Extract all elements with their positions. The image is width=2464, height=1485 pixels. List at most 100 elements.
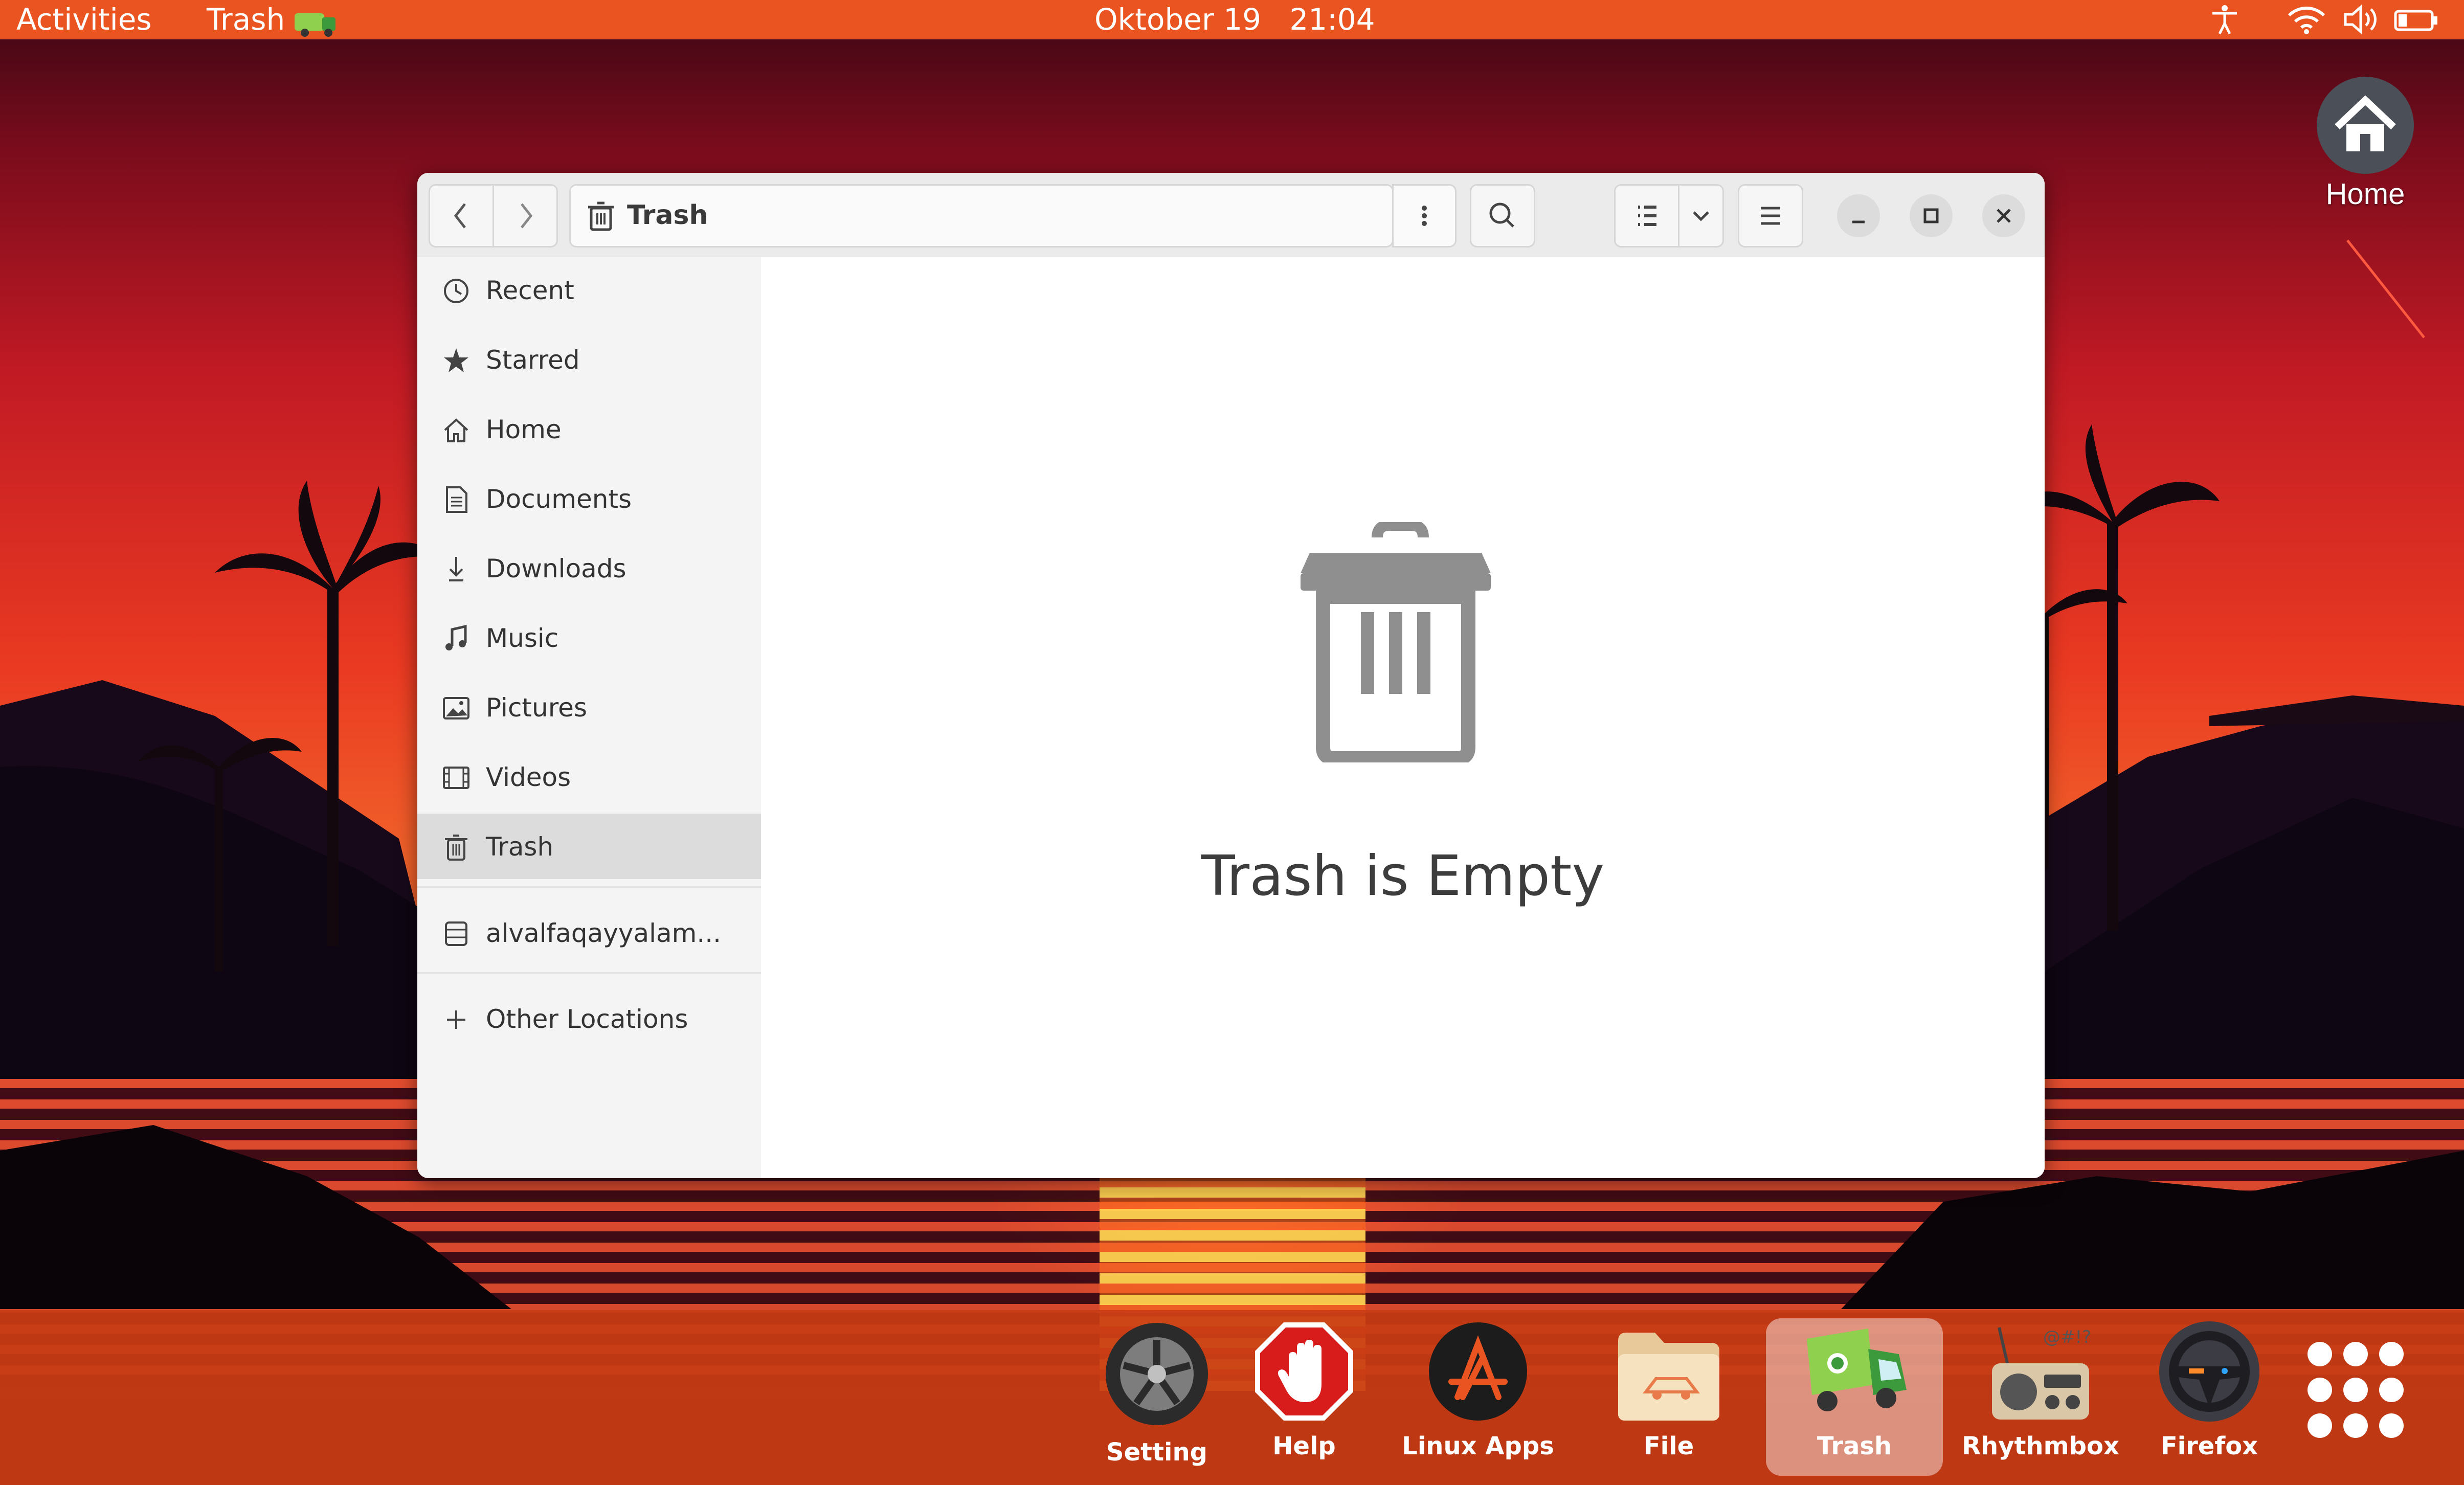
top-bar: Activities Trash Oktober 19 21:04 xyxy=(0,0,2464,39)
stop-hand-icon xyxy=(1255,1322,1353,1421)
sidebar-item-pictures[interactable]: Pictures xyxy=(417,674,761,740)
folder-icon xyxy=(1618,1333,1719,1421)
dock-item-label: Trash xyxy=(1817,1432,1892,1460)
sidebar-item-recent[interactable]: Recent xyxy=(417,257,761,323)
sidebar-item-trash[interactable]: Trash xyxy=(417,814,761,879)
sidebar-item-label: Music xyxy=(486,623,559,653)
list-view-icon xyxy=(1638,206,1656,226)
search-icon xyxy=(1489,202,1514,228)
chevron-left-icon xyxy=(454,203,466,229)
sidebar-item-label: alvalfaqayyalam... xyxy=(486,918,722,948)
dock-item-setting[interactable]: Setting xyxy=(1075,1320,1239,1474)
svg-text:@#!?: @#!? xyxy=(2043,1327,2091,1347)
dock-item-label: Firefox xyxy=(2160,1432,2258,1460)
sidebar-divider xyxy=(417,972,761,974)
star-icon xyxy=(444,348,468,372)
dock-item-rhythmbox[interactable]: @#!? Rhythmbox xyxy=(1959,1320,2122,1474)
sidebar-item-label: Other Locations xyxy=(486,1004,688,1034)
maximize-button[interactable] xyxy=(1910,194,1953,237)
desktop-home-icon[interactable]: Home xyxy=(2312,77,2419,220)
truck-icon xyxy=(295,13,335,37)
wheel-icon xyxy=(1106,1323,1208,1425)
dock-item-label: Help xyxy=(1272,1432,1336,1460)
desktop-home-label: Home xyxy=(2325,177,2405,211)
close-button[interactable] xyxy=(1982,194,2025,237)
app-grid-icon xyxy=(2308,1342,2404,1438)
sidebar-item-music[interactable]: Music xyxy=(417,605,761,670)
home-icon xyxy=(444,418,468,442)
sidebar-item-label: Recent xyxy=(486,276,574,305)
sidebar-item-label: Trash xyxy=(486,832,554,862)
picture-icon xyxy=(443,697,469,719)
trash-icon xyxy=(445,835,467,861)
trash-icon xyxy=(588,201,614,231)
sidebar-divider xyxy=(417,886,761,888)
sidebar-item-label: Videos xyxy=(486,762,571,792)
forward-button[interactable] xyxy=(492,184,558,248)
path-menu-button[interactable] xyxy=(1392,184,1457,248)
header-bar: Trash xyxy=(417,173,2045,259)
sidebar-item-videos[interactable]: Videos xyxy=(417,744,761,809)
maximize-icon xyxy=(1923,208,1939,223)
dock-item-label: Setting xyxy=(1106,1438,1207,1467)
clock-icon xyxy=(444,279,468,303)
search-button[interactable] xyxy=(1470,184,1535,248)
main-menu-button[interactable] xyxy=(1738,184,1803,248)
music-icon xyxy=(445,624,467,650)
minimize-button[interactable] xyxy=(1837,194,1880,237)
back-button[interactable] xyxy=(429,184,494,248)
sidebar-item-label: Pictures xyxy=(486,693,587,723)
chevron-down-icon xyxy=(1693,211,1709,221)
download-icon xyxy=(449,557,463,581)
empty-state-label: Trash is Empty xyxy=(1201,844,1605,908)
trash-icon xyxy=(1301,522,1491,762)
accessibility-icon[interactable] xyxy=(2208,3,2241,36)
close-icon xyxy=(1997,209,2011,223)
date-label: Oktober 19 xyxy=(1094,2,1262,37)
path-bar[interactable]: Trash xyxy=(569,184,1394,248)
home-icon xyxy=(2335,95,2396,151)
clock[interactable]: Oktober 19 21:04 xyxy=(1094,2,1375,37)
drive-icon xyxy=(445,921,467,946)
volume-icon[interactable] xyxy=(2342,3,2383,36)
sidebar-item-drive[interactable]: alvalfaqayyalam... xyxy=(417,900,761,965)
radio-icon: @#!? xyxy=(1992,1327,2091,1420)
view-list-button[interactable] xyxy=(1614,184,1679,248)
sidebar: Recent Starred Home Documents Downloads … xyxy=(417,257,763,1178)
chevron-right-icon xyxy=(521,203,533,229)
activities-button[interactable]: Activities xyxy=(16,2,152,37)
sidebar-item-other-locations[interactable]: Other Locations xyxy=(417,986,761,1051)
plus-icon xyxy=(447,1010,465,1029)
battery-icon[interactable] xyxy=(2393,3,2439,36)
dock: Setting Help Linux Apps File Trash @#!? … xyxy=(0,1310,2464,1485)
file-manager-window: Trash Recent Starred Home Documents Down… xyxy=(417,173,2045,1178)
hamburger-icon xyxy=(1761,207,1780,225)
sidebar-item-starred[interactable]: Starred xyxy=(417,327,761,392)
dock-item-file[interactable]: File xyxy=(1587,1320,1751,1474)
dock-item-linux-apps[interactable]: Linux Apps xyxy=(1396,1320,1560,1474)
sidebar-item-documents[interactable]: Documents xyxy=(417,466,761,531)
truck-icon xyxy=(1807,1329,1907,1411)
dock-item-trash[interactable]: Trash xyxy=(1766,1318,1943,1476)
view-options-button[interactable] xyxy=(1678,184,1724,248)
dock-item-label: File xyxy=(1643,1432,1694,1460)
sidebar-item-label: Downloads xyxy=(486,554,626,583)
active-app-menu[interactable]: Trash xyxy=(207,2,285,37)
sidebar-item-label: Documents xyxy=(486,484,632,514)
show-apps-button[interactable] xyxy=(2299,1320,2417,1474)
wifi-icon[interactable] xyxy=(2286,3,2327,36)
dock-item-firefox[interactable]: Firefox xyxy=(2127,1320,2291,1474)
time-label: 21:04 xyxy=(1289,2,1375,37)
sidebar-item-label: Starred xyxy=(486,345,580,375)
steering-wheel-icon xyxy=(2159,1321,2259,1422)
vertical-dots-icon xyxy=(1422,206,1427,226)
sidebar-item-downloads[interactable]: Downloads xyxy=(417,535,761,601)
dock-item-help[interactable]: Help xyxy=(1222,1320,1386,1474)
dock-item-label: Rhythmbox xyxy=(1962,1432,2119,1460)
app-store-icon xyxy=(1429,1322,1527,1421)
video-icon xyxy=(443,767,469,789)
document-icon xyxy=(446,486,467,513)
content-area: Trash is Empty xyxy=(761,257,2045,1178)
sidebar-item-home[interactable]: Home xyxy=(417,396,761,462)
dock-item-label: Linux Apps xyxy=(1402,1432,1554,1460)
